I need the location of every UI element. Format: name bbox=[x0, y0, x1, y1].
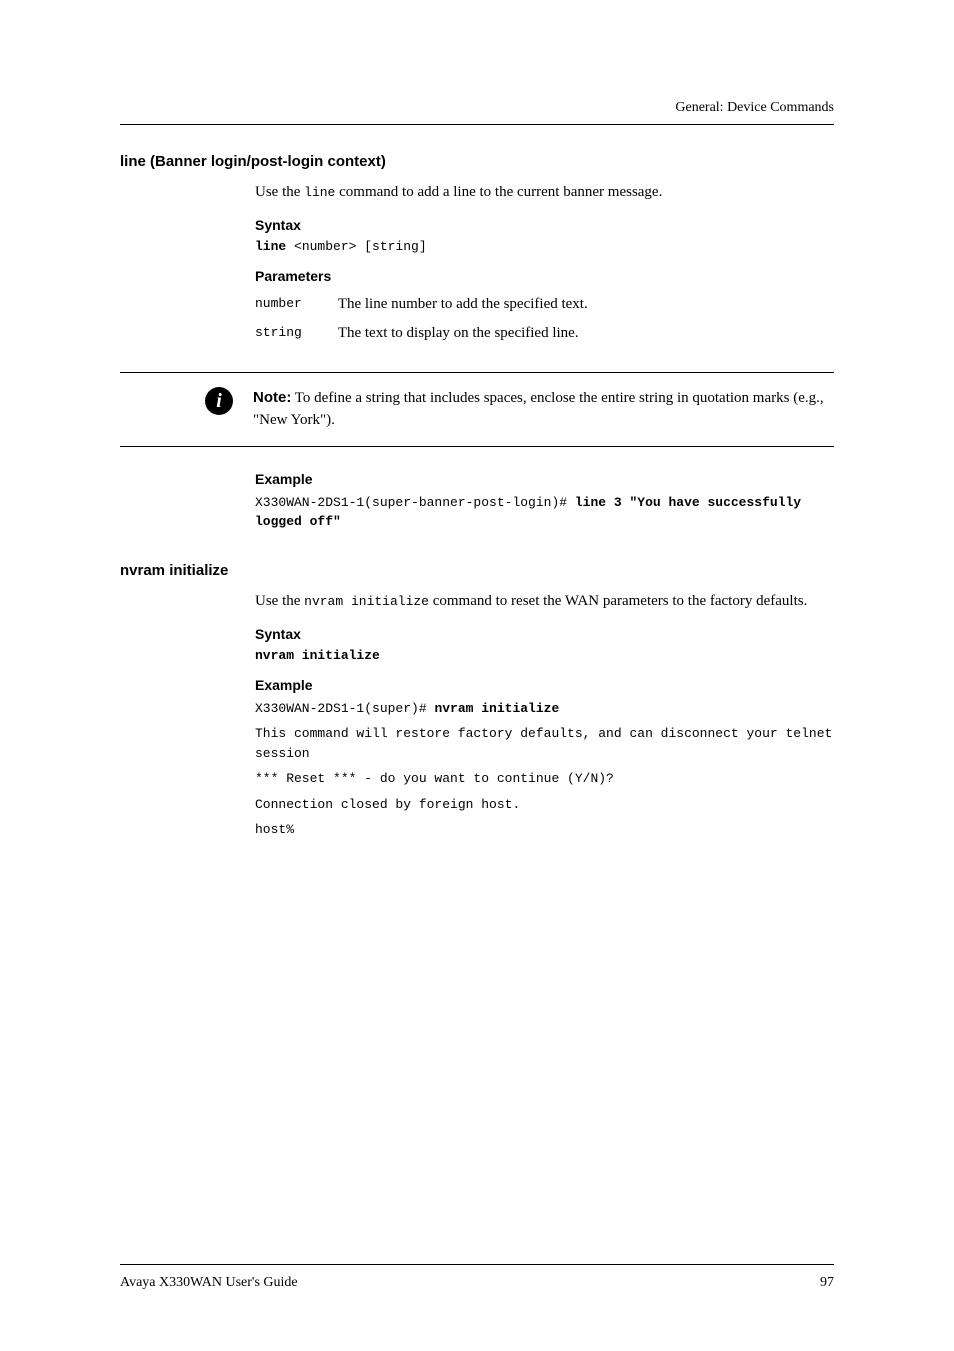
nvram-example-output-3: Connection closed by foreign host. bbox=[255, 795, 834, 815]
line-example-label: Example bbox=[255, 471, 834, 487]
param-desc: The line number to add the specified tex… bbox=[338, 290, 612, 319]
nvram-example-cmd: nvram initialize bbox=[434, 701, 559, 716]
line-params-table: number The line number to add the specif… bbox=[255, 290, 612, 348]
nvram-example-output-1: This command will restore factory defaul… bbox=[255, 724, 834, 763]
nvram-syntax-label: Syntax bbox=[255, 626, 834, 642]
nvram-syntax-code: nvram initialize bbox=[255, 648, 834, 663]
footer-divider bbox=[120, 1264, 834, 1265]
info-icon: i bbox=[205, 387, 233, 415]
note-body: To define a string that includes spaces,… bbox=[253, 390, 824, 428]
line-intro: Use the line command to add a line to th… bbox=[255, 182, 834, 203]
line-params-label: Parameters bbox=[255, 268, 834, 284]
nvram-example-prompt: X330WAN-2DS1-1(super)# bbox=[255, 701, 434, 716]
nvram-example-line-1: X330WAN-2DS1-1(super)# nvram initialize bbox=[255, 699, 834, 719]
section-title-nvram: nvram initialize bbox=[120, 562, 834, 579]
nvram-intro: Use the nvram initialize command to rese… bbox=[255, 591, 834, 612]
note-block: i Note: To define a string that includes… bbox=[120, 372, 834, 447]
line-syntax-label: Syntax bbox=[255, 217, 834, 233]
line-intro-post: command to add a line to the current ban… bbox=[335, 184, 662, 200]
line-example-prompt: X330WAN-2DS1-1(super-banner-post-login)# bbox=[255, 495, 575, 510]
nvram-example-output-4: host% bbox=[255, 820, 834, 840]
param-name: string bbox=[255, 319, 338, 348]
header-divider bbox=[120, 124, 834, 125]
nvram-example-output-2: *** Reset *** - do you want to continue … bbox=[255, 769, 834, 789]
note-text: Note: To define a string that includes s… bbox=[253, 387, 834, 432]
param-desc: The text to display on the specified lin… bbox=[338, 319, 612, 348]
line-syntax-rest: <number> [string] bbox=[286, 239, 426, 254]
table-row: string The text to display on the specif… bbox=[255, 319, 612, 348]
line-intro-pre: Use the bbox=[255, 184, 304, 200]
page-number: 97 bbox=[820, 1275, 834, 1291]
nvram-example-label: Example bbox=[255, 677, 834, 693]
nvram-intro-cmd: nvram initialize bbox=[304, 594, 429, 609]
nvram-intro-post: command to reset the WAN parameters to t… bbox=[429, 593, 807, 609]
section-title-line: line (Banner login/post-login context) bbox=[120, 153, 834, 170]
table-row: number The line number to add the specif… bbox=[255, 290, 612, 319]
note-label: Note: bbox=[253, 389, 291, 406]
page-header-breadcrumb: General: Device Commands bbox=[120, 100, 834, 116]
line-syntax-bold: line bbox=[255, 239, 286, 254]
param-name: number bbox=[255, 290, 338, 319]
line-syntax-code: line <number> [string] bbox=[255, 239, 834, 254]
nvram-syntax-bold: nvram initialize bbox=[255, 648, 380, 663]
line-intro-cmd: line bbox=[304, 185, 335, 200]
nvram-intro-pre: Use the bbox=[255, 593, 304, 609]
footer-left: Avaya X330WAN User's Guide bbox=[120, 1275, 298, 1291]
line-example-code: X330WAN-2DS1-1(super-banner-post-login)#… bbox=[255, 493, 834, 532]
page-footer: Avaya X330WAN User's Guide 97 bbox=[120, 1264, 834, 1291]
